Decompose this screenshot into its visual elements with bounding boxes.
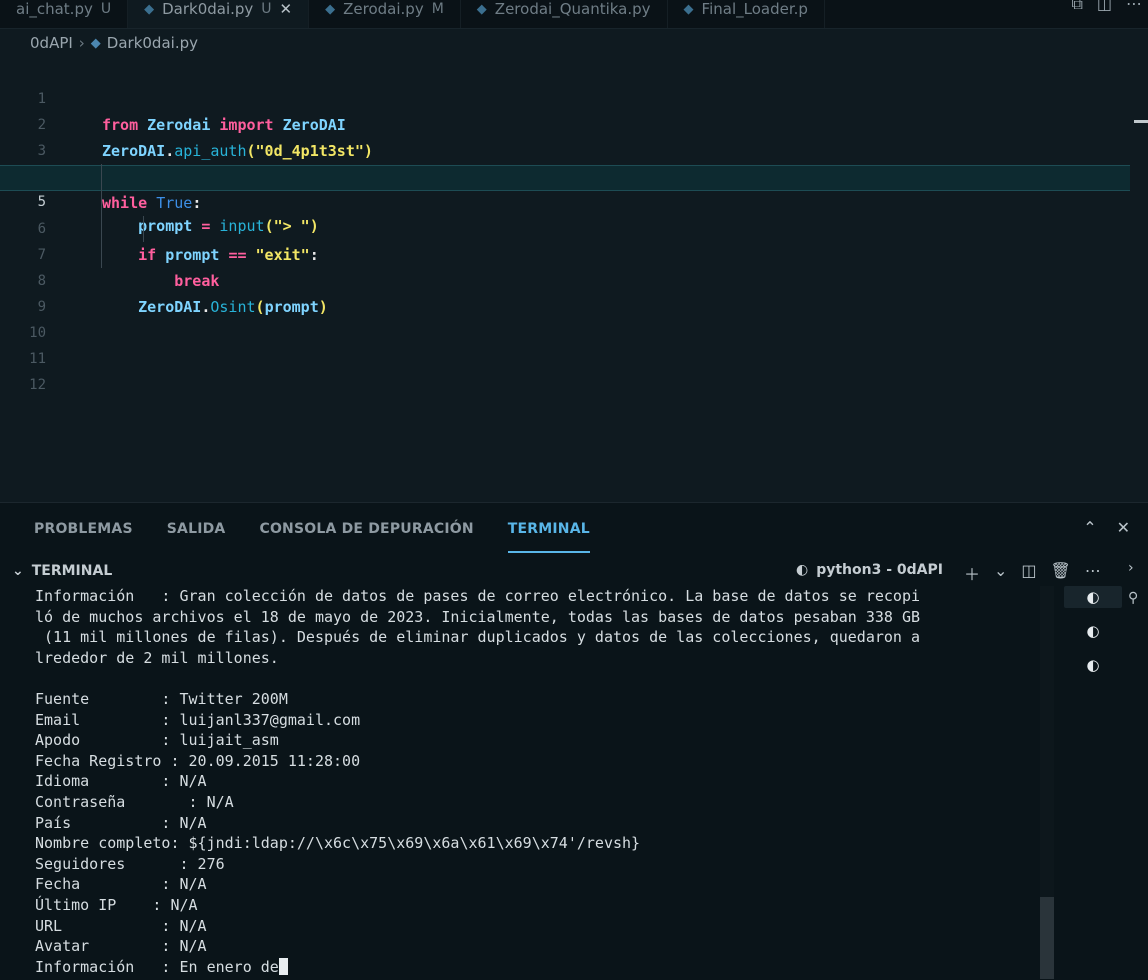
terminal-list: ◐ ◐ ◐ [1064, 586, 1122, 676]
python-terminal-icon: ◐ [1086, 622, 1100, 640]
terminal-output[interactable]: Información : Gran colección de datos de… [35, 586, 1035, 977]
python-file-icon: ◆ [325, 1, 336, 17]
tab-zerodai-quantika[interactable]: ◆ Zerodai_Quantika.py [461, 0, 668, 28]
chevron-right-icon: › [78, 34, 85, 52]
python-terminal-icon: ◐ [1086, 656, 1100, 674]
code-line[interactable]: 9 [0, 268, 1130, 315]
terminal-entry[interactable]: ◐ [1064, 586, 1122, 608]
code-editor[interactable]: 1 from Zerodai import ZeroDAI 2 ZeroDAI.… [0, 58, 1148, 502]
split-editor-icon[interactable]: ◫ [1097, 0, 1112, 14]
terminal-title: TERMINAL [31, 563, 113, 579]
tab-zerodai[interactable]: ◆ Zerodai.py M [309, 0, 461, 28]
python-terminal-icon: ◐ [796, 562, 809, 578]
breadcrumb-folder[interactable]: 0dAPI [30, 34, 73, 52]
tab-consola-depuracion[interactable]: CONSOLA DE DEPURACIÓN [259, 521, 473, 537]
terminal-section[interactable]: ⌄ TERMINAL [12, 563, 112, 579]
terminal-header: ⌄ TERMINAL ◐ python3 - 0dAPI ＋ ⌄ ◫ 🗑 ⋯ [0, 556, 1130, 586]
code-line[interactable]: 6 if prompt == "exit": [0, 190, 1130, 264]
tab-status-badge: U [261, 1, 272, 17]
compare-icon[interactable]: ⧉ [1071, 0, 1082, 14]
chevron-down-icon[interactable]: ⌄ [994, 561, 1007, 585]
python-terminal-icon: ◐ [1086, 588, 1100, 606]
trash-icon[interactable]: 🗑 [1051, 561, 1071, 585]
close-icon[interactable]: ✕ [1117, 518, 1130, 537]
breadcrumb: 0dAPI › ◆ Dark0dai.py [30, 34, 198, 52]
terminal-scrollbar[interactable] [1040, 897, 1054, 979]
code-line[interactable]: 8 ZeroDAI.Osint(prompt) [0, 242, 1130, 316]
bottom-panel: PROBLEMAS SALIDA CONSOLA DE DEPURACIÓN T… [0, 502, 1148, 980]
close-icon[interactable]: ✕ [280, 0, 293, 18]
code-line[interactable]: 12 [0, 346, 1130, 393]
tab-ai-chat[interactable]: ai_chat.py U [0, 0, 129, 28]
terminal-instance[interactable]: ◐ python3 - 0dAPI [796, 562, 943, 578]
add-terminal-icon[interactable]: ＋ [964, 561, 980, 585]
python-file-icon: ◆ [683, 1, 694, 17]
tab-label: Zerodai_Quantika.py [494, 0, 651, 18]
indent-guide [101, 164, 102, 268]
code-line[interactable]: 3 messages = [] [0, 112, 1130, 186]
more-actions-icon[interactable]: ⋯ [1126, 0, 1142, 14]
code-line[interactable]: 11 [0, 320, 1130, 367]
chevron-down-icon: ⌄ [12, 563, 24, 579]
code-line[interactable]: 1 from Zerodai import ZeroDAI [0, 60, 1130, 134]
split-terminal-icon[interactable]: ◫ [1021, 561, 1036, 585]
tab-label: Final_Loader.p [701, 0, 808, 18]
code-line[interactable]: 2 ZeroDAI.api_auth("0d_4p1t3st") [0, 86, 1130, 160]
terminal-entry[interactable]: ◐ [1064, 654, 1122, 676]
python-file-icon: ◆ [144, 1, 155, 17]
chevron-up-icon[interactable]: ⌃ [1083, 518, 1096, 537]
tab-status-badge: M [431, 1, 444, 17]
tab-final-loader[interactable]: ◆ Final_Loader.p [668, 0, 825, 28]
code-line[interactable]: 7 break [0, 216, 1130, 290]
python-file-icon: ◆ [476, 1, 487, 17]
indent-guide [143, 216, 144, 242]
panel-side-icons: › ⚲ [1128, 560, 1138, 606]
terminal-actions: ＋ ⌄ ◫ 🗑 ⋯ [964, 561, 1101, 585]
panel-controls: ⌃ ✕ [1083, 518, 1130, 537]
tab-label: Zerodai.py [343, 0, 424, 18]
tab-terminal[interactable]: TERMINAL [507, 521, 590, 553]
editor-actions: ⧉ ◫ ⋯ [1071, 0, 1142, 14]
terminal-cursor [278, 957, 288, 975]
terminal-entry[interactable]: ◐ [1064, 620, 1122, 642]
chevron-right-icon[interactable]: › [1128, 560, 1138, 576]
line-number: 12 [29, 377, 46, 393]
tab-salida[interactable]: SALIDA [167, 521, 226, 537]
more-actions-icon[interactable]: ⋯ [1085, 561, 1101, 585]
tab-label: Dark0dai.py [162, 0, 254, 18]
tab-dark0dai[interactable]: ◆ Dark0dai.py U ✕ [128, 0, 310, 28]
terminal-instance-label: python3 - 0dAPI [816, 562, 943, 578]
python-file-icon: ◆ [90, 35, 101, 51]
code-line-current[interactable]: 5 prompt = input("> ") [0, 165, 1130, 235]
tab-status-badge: U [100, 1, 112, 17]
scrollbar-marker[interactable] [1134, 120, 1148, 123]
editor-tab-bar: ai_chat.py U ◆ Dark0dai.py U ✕ ◆ Zerodai… [0, 0, 1148, 29]
panel-tab-bar: PROBLEMAS SALIDA CONSOLA DE DEPURACIÓN T… [0, 502, 1148, 555]
tab-problemas[interactable]: PROBLEMAS [34, 521, 133, 537]
pin-icon[interactable]: ⚲ [1128, 590, 1138, 606]
tab-label: ai_chat.py [16, 0, 93, 18]
code-line[interactable]: 10 [0, 294, 1130, 341]
terminal-text: Información : Gran colección de datos de… [35, 587, 921, 976]
code-line[interactable]: 4 while True: [0, 138, 1130, 212]
breadcrumb-file[interactable]: Dark0dai.py [107, 34, 198, 52]
